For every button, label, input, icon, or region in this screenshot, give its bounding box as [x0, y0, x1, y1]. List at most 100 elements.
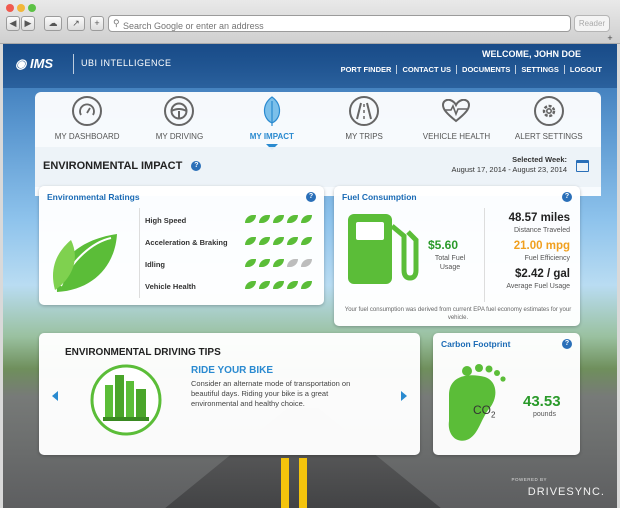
leaf-filled-icon [259, 281, 270, 289]
co2-label: CO2 [473, 403, 495, 419]
address-input[interactable] [109, 18, 549, 34]
avg-cost-value: $2.42 / gal [515, 268, 570, 280]
lane-line [299, 458, 307, 508]
fuel-pump-icon [348, 214, 419, 284]
tab-label: MY TRIPS [345, 132, 383, 141]
nav-port-finder[interactable]: PORT FINDER [336, 65, 397, 74]
nav-contact-us[interactable]: CONTACT US [396, 65, 456, 74]
leaf-score [245, 215, 312, 223]
co2-subscript: 2 [491, 410, 496, 420]
site-header: ◉ IMS UBI INTELLIGENCE WELCOME, JOHN DOE… [3, 44, 617, 88]
card-title: Carbon Footprint [441, 339, 511, 349]
logo-icon: ◉ [15, 56, 27, 71]
logo-divider [73, 54, 74, 74]
leaf-filled-icon [259, 259, 270, 267]
nav-documents[interactable]: DOCUMENTS [456, 65, 515, 74]
tab-my-trips[interactable]: MY TRIPS [319, 96, 409, 150]
nav-settings[interactable]: SETTINGS [515, 65, 564, 74]
ims-logo[interactable]: ◉ IMS [15, 56, 53, 72]
back-button[interactable]: ◀ [6, 16, 20, 31]
page-title: ENVIRONMENTAL IMPACT ? [43, 160, 202, 172]
rating-label: Acceleration & Braking [145, 238, 228, 247]
forward-button[interactable]: ▶ [21, 16, 35, 31]
powered-by-label: POWERED BY [511, 477, 547, 482]
avg-cost-label: Average Fuel Usage [506, 283, 570, 290]
tip-text: Consider an alternate mode of transporta… [191, 379, 351, 408]
tab-label: VEHICLE HEALTH [422, 132, 491, 141]
next-tip-arrow-icon[interactable] [401, 391, 407, 401]
tab-label: MY DASHBOARD [54, 132, 120, 141]
tab-label: MY IMPACT [249, 132, 294, 141]
close-window-button[interactable] [6, 4, 14, 12]
minimize-window-button[interactable] [17, 4, 25, 12]
leaf-filled-icon [301, 281, 312, 289]
calendar-icon[interactable] [576, 160, 589, 172]
help-icon[interactable]: ? [562, 339, 572, 349]
zoom-window-button[interactable] [28, 4, 36, 12]
rating-label: High Speed [145, 216, 187, 225]
address-bar[interactable]: ⚲ [108, 15, 571, 34]
search-icon: ⚲ [113, 18, 120, 28]
carbon-unit: pounds [533, 411, 556, 418]
drivesync-logo[interactable]: DRIVESYNC. [528, 486, 605, 498]
leaf-score [245, 281, 312, 289]
new-tab-button[interactable]: + [90, 16, 104, 31]
page-viewport: ◉ IMS UBI INTELLIGENCE WELCOME, JOHN DOE… [3, 44, 617, 508]
card-title: ENVIRONMENTAL DRIVING TIPS [65, 347, 221, 358]
tab-my-impact[interactable]: MY IMPACT [227, 96, 317, 150]
road-icon [349, 96, 380, 126]
driving-tips-card: ENVIRONMENTAL DRIVING TIPS RIDE YOUR BIK… [39, 333, 420, 455]
selected-week-range: August 17, 2014 - August 23, 2014 [451, 165, 567, 174]
leaf-filled-icon [301, 237, 312, 245]
tab-alert-settings[interactable]: ALERT SETTINGS [504, 96, 594, 150]
carbon-value: 43.53 [523, 393, 561, 410]
page-title-text: ENVIRONMENTAL IMPACT [43, 160, 183, 172]
leaf-empty-icon [287, 259, 298, 267]
fuel-note: Your fuel consumption was derived from c… [344, 307, 572, 321]
tab-vehicle-health[interactable]: VEHICLE HEALTH [411, 96, 501, 150]
environmental-impact-header: ENVIRONMENTAL IMPACT ? Selected Week: Au… [35, 147, 601, 187]
leaf-filled-icon [245, 281, 256, 289]
rating-label: Vehicle Health [145, 282, 196, 291]
leaf-filled-icon [259, 215, 270, 223]
divider [484, 208, 485, 302]
help-icon[interactable]: ? [562, 192, 572, 202]
add-tab-icon[interactable]: + [604, 34, 616, 43]
total-fuel-label: Total Fuel Usage [434, 255, 466, 271]
card-title: Environmental Ratings [47, 192, 140, 202]
distance-value: 48.57 miles [508, 212, 570, 224]
environmental-ratings-card: Environmental Ratings ? High Speed Accel… [39, 186, 324, 305]
tab-my-dashboard[interactable]: MY DASHBOARD [42, 96, 132, 150]
leaf-filled-icon [259, 237, 270, 245]
dashboard-gauge-icon [72, 96, 103, 126]
fuel-consumption-card: Fuel Consumption ? $5.60 Total Fuel Usag… [334, 186, 580, 326]
product-name: UBI INTELLIGENCE [81, 58, 172, 68]
card-title: Fuel Consumption [342, 192, 417, 202]
leaf-filled-icon [273, 215, 284, 223]
rating-label: Idling [145, 260, 165, 269]
efficiency-value: 21.00 mpg [513, 240, 570, 252]
efficiency-label: Fuel Efficiency [524, 255, 570, 262]
cloud-tabs-icon[interactable]: ☁ [44, 16, 62, 31]
carbon-footprint-card: Carbon Footprint ? CO2 43.53 pounds [433, 333, 580, 455]
share-icon[interactable]: ↗ [67, 16, 85, 31]
leaves-illustration-icon [52, 234, 117, 292]
leaf-score [245, 259, 312, 267]
previous-tip-arrow-icon[interactable] [52, 391, 58, 401]
leaf-filled-icon [301, 215, 312, 223]
leaf-filled-icon [287, 237, 298, 245]
gear-icon [533, 96, 564, 126]
help-icon[interactable]: ? [191, 161, 202, 172]
steering-wheel-icon [164, 96, 195, 126]
tab-my-driving[interactable]: MY DRIVING [134, 96, 224, 150]
nav-logout[interactable]: LOGOUT [563, 65, 607, 74]
leaf-filled-icon [245, 259, 256, 267]
leaf-filled-icon [245, 215, 256, 223]
city-bike-icon [90, 364, 162, 436]
distance-label: Distance Traveled [513, 227, 570, 234]
help-icon[interactable]: ? [306, 192, 316, 202]
lane-line [281, 458, 289, 508]
tip-headline: RIDE YOUR BIKE [191, 365, 274, 376]
selected-week-label: Selected Week: [512, 155, 567, 164]
reader-button[interactable]: Reader [574, 15, 610, 32]
